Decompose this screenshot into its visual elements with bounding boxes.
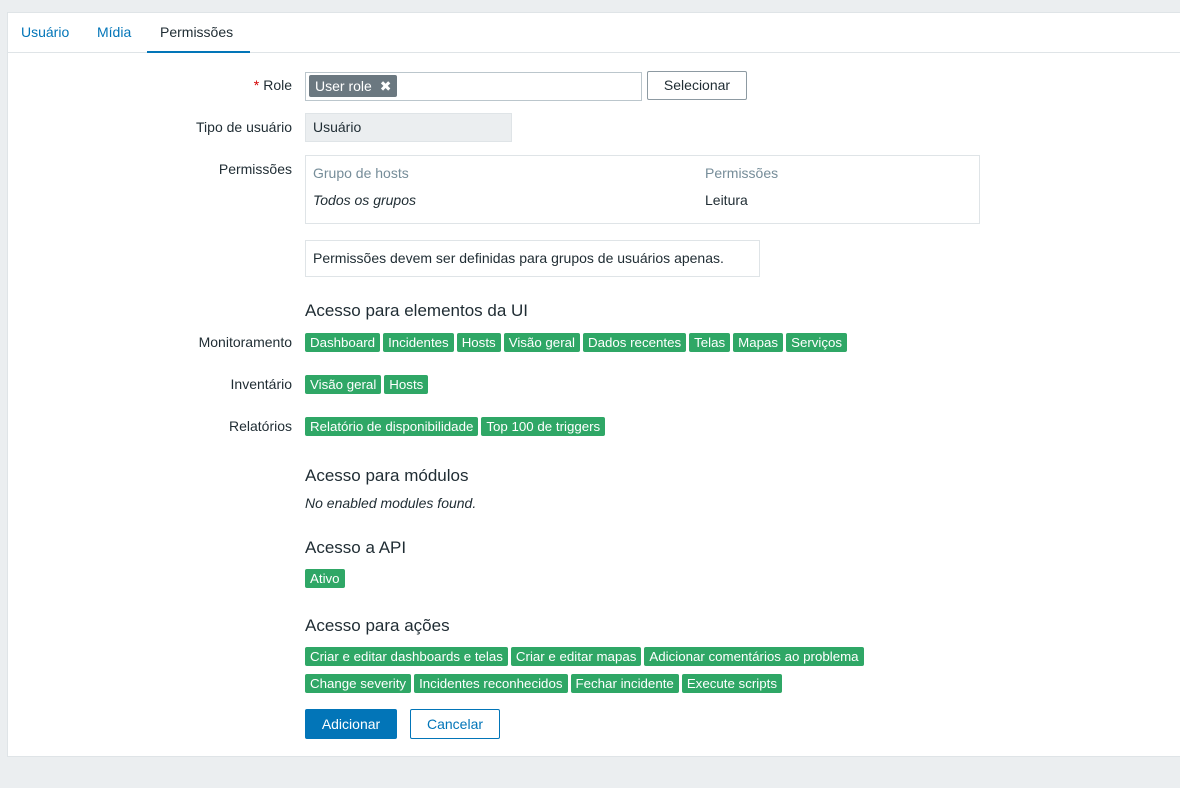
permissions-info: Permissões devem ser definidas para grup… xyxy=(305,240,760,277)
select-button[interactable]: Selecionar xyxy=(647,71,747,100)
col-host-group: Grupo de hosts xyxy=(313,165,409,181)
tag-hosts: Hosts xyxy=(456,333,501,352)
tag-dashboard: Dashboard xyxy=(305,333,381,352)
remove-icon[interactable]: ✖ xyxy=(380,75,392,97)
tag-availability-report: Relatório de disponibilidade xyxy=(305,417,479,436)
tag-api-ativo: Ativo xyxy=(305,569,345,588)
tag-telas: Telas xyxy=(689,333,731,352)
permissions-label: Permissões xyxy=(218,161,292,177)
tag-inventory-hosts: Hosts xyxy=(384,375,429,394)
user-type-field: Usuário xyxy=(305,113,512,142)
tag-mapas: Mapas xyxy=(733,333,784,352)
tag-dados-recentes: Dados recentes xyxy=(582,333,687,352)
modules-title: Acesso para módulos xyxy=(305,466,469,485)
inventory-label: Inventário xyxy=(230,376,292,392)
add-button[interactable]: Adicionar xyxy=(305,709,397,739)
tag-visao-geral: Visão geral xyxy=(503,333,580,352)
api-title: Acesso a API xyxy=(305,538,407,557)
tab-permissoes[interactable]: Permissões xyxy=(147,13,250,53)
reports-label: Relatórios xyxy=(228,418,292,434)
actions-tags-row1: Criar e editar dashboards e telas Criar … xyxy=(305,647,864,666)
modules-note: No enabled modules found. xyxy=(305,495,477,511)
permissions-table: Grupo de hosts Permissões Todos os grupo… xyxy=(305,155,980,224)
cancel-button[interactable]: Cancelar xyxy=(410,709,500,739)
tab-usuario[interactable]: Usuário xyxy=(9,13,81,53)
tag-edit-dashboards: Criar e editar dashboards e telas xyxy=(305,647,508,666)
reports-tags: Relatório de disponibilidade Top 100 de … xyxy=(305,417,606,436)
role-chip-label: User role xyxy=(315,78,372,94)
form-panel: Usuário Mídia Permissões xyxy=(7,12,1180,757)
role-chip: User role ✖ xyxy=(309,75,397,97)
tag-execute-scripts: Execute scripts xyxy=(681,674,782,693)
monitoring-tags: Dashboard Incidentes Hosts Visão geral D… xyxy=(305,333,848,352)
user-type-label: Tipo de usuário xyxy=(196,119,292,135)
api-tags: Ativo xyxy=(305,569,345,588)
monitoring-label: Monitoramento xyxy=(198,334,292,350)
actions-tags-row2: Change severity Incidentes reconhecidos … xyxy=(305,674,782,693)
tag-inventory-visao-geral: Visão geral xyxy=(305,375,382,394)
tag-servicos: Serviços xyxy=(786,333,848,352)
tag-incidentes: Incidentes xyxy=(383,333,454,352)
col-permissions: Permissões xyxy=(705,165,779,181)
tag-acknowledge: Incidentes reconhecidos xyxy=(414,674,568,693)
row-host-group: Todos os grupos xyxy=(313,192,416,208)
inventory-tags: Visão geral Hosts xyxy=(305,375,429,394)
tag-edit-maps: Criar e editar mapas xyxy=(510,647,642,666)
tag-add-comments: Adicionar comentários ao problema xyxy=(644,647,864,666)
ui-access-title: Acesso para elementos da UI xyxy=(305,301,529,320)
tag-change-severity: Change severity xyxy=(305,674,412,693)
row-permission: Leitura xyxy=(705,192,748,208)
role-multiselect[interactable]: User role ✖ xyxy=(305,72,642,101)
tab-bar: Usuário Mídia Permissões xyxy=(8,13,1180,53)
tag-top-triggers: Top 100 de triggers xyxy=(481,417,606,436)
actions-title: Acesso para ações xyxy=(305,616,450,635)
required-marker: * xyxy=(253,77,260,93)
tag-close-problem: Fechar incidente xyxy=(570,674,679,693)
role-label: * Role xyxy=(253,77,292,93)
tab-midia[interactable]: Mídia xyxy=(85,13,143,53)
